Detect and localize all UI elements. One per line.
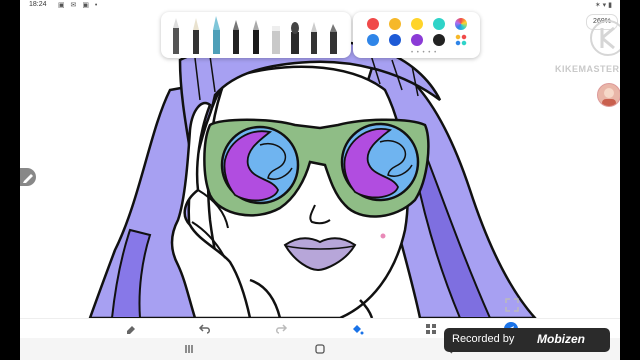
fullscreen-icon[interactable] xyxy=(504,297,520,313)
color-swatch-teal[interactable] xyxy=(433,18,445,30)
eraser-icon[interactable] xyxy=(272,26,280,54)
pen-icon[interactable] xyxy=(233,20,239,54)
watermark-text: KIKEMASTER xyxy=(555,64,620,74)
palette-grid-icon[interactable] xyxy=(455,34,467,46)
avatar-face-icon xyxy=(602,88,616,106)
color-swatch-dark-blue[interactable] xyxy=(389,34,401,46)
pen-set[interactable] xyxy=(161,12,351,58)
brush-icon[interactable] xyxy=(193,18,199,54)
grid-menu-icon[interactable] xyxy=(424,322,438,336)
color-swatch-orange[interactable] xyxy=(389,18,401,30)
watermark-logo xyxy=(590,20,620,56)
color-swatch-purple[interactable] xyxy=(411,34,423,46)
pencil-handle-icon xyxy=(23,174,33,183)
color-swatch-red[interactable] xyxy=(367,18,379,30)
color-picker-icon[interactable] xyxy=(455,18,467,30)
fineliner-icon[interactable] xyxy=(253,20,259,54)
color-swatch-black[interactable] xyxy=(433,34,445,46)
eraser-tool-icon[interactable] xyxy=(124,322,138,336)
color-palette: • • • • • xyxy=(353,12,480,58)
recording-brand: Mobizen xyxy=(537,332,585,346)
color-swatch-yellow[interactable] xyxy=(411,18,423,30)
recent-apps-icon[interactable] xyxy=(183,343,195,355)
calligraphy-icon[interactable] xyxy=(311,22,317,54)
fill-tool-icon[interactable] xyxy=(350,322,364,336)
pencil-icon[interactable] xyxy=(173,18,179,54)
home-icon[interactable] xyxy=(314,343,326,355)
ink-pen-icon[interactable] xyxy=(291,22,299,54)
highlighter-icon[interactable] xyxy=(330,24,337,54)
avatar[interactable] xyxy=(597,83,620,107)
recording-watermark: Recorded by Mobizen xyxy=(444,328,610,352)
color-swatch-blue[interactable] xyxy=(367,34,379,46)
beauty-mark xyxy=(380,233,386,239)
recording-label: Recorded by xyxy=(452,333,515,345)
pen-toolbar xyxy=(161,12,351,58)
redo-icon[interactable] xyxy=(274,322,288,336)
palette-page-indicator: • • • • • xyxy=(411,50,438,56)
side-panel-handle[interactable] xyxy=(20,168,36,186)
marker-icon[interactable] xyxy=(213,16,220,54)
app-screen: 18:24 ▣ ✉ ▣ • ✶ ▾ ▮ • • • • • 269% KIKEM… xyxy=(20,0,620,360)
undo-icon[interactable] xyxy=(198,322,212,336)
